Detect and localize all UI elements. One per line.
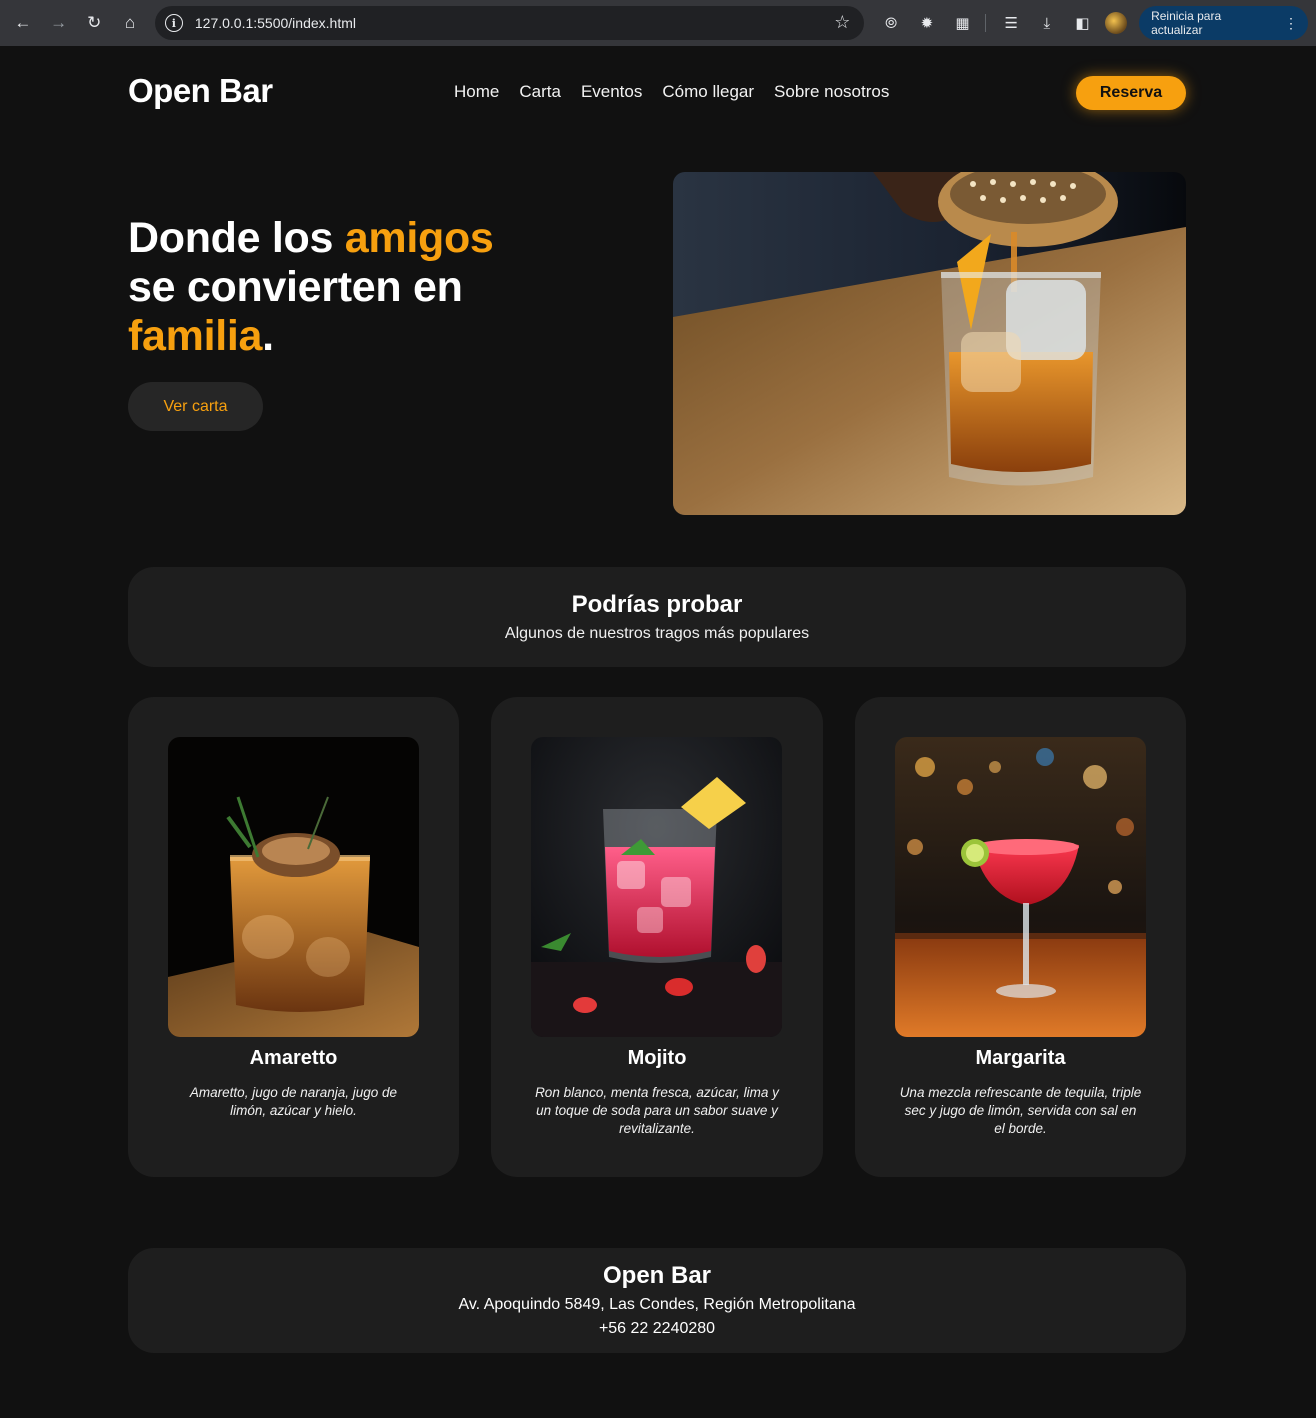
toolbar-divider	[985, 14, 987, 32]
nav-como-llegar[interactable]: Cómo llegar	[662, 82, 754, 102]
side-panel-icon[interactable]: ◧	[1070, 10, 1096, 36]
drink-description: Ron blanco, menta fresca, azúcar, lima y…	[535, 1085, 779, 1136]
hero-cocktail-image	[673, 172, 1186, 515]
hero-accent-amigos: amigos	[344, 214, 494, 262]
drink-description: Amaretto, jugo de naranja, jugo de limón…	[189, 1085, 398, 1118]
footer-phone[interactable]: +56 22 2240280	[128, 1320, 1186, 1338]
drink-description: Una mezcla refrescante de tequila, tripl…	[899, 1085, 1142, 1136]
reserva-button[interactable]: Reserva	[1076, 76, 1186, 110]
extension-gear-icon[interactable]: ✹	[914, 10, 940, 36]
reload-icon[interactable]: ↻	[79, 8, 109, 38]
hero-title-end: .	[262, 312, 274, 360]
drink-name: Mojito	[627, 1047, 687, 1069]
drink-name: Amaretto	[249, 1047, 338, 1069]
menu-kebab-icon[interactable]: ⋮	[1284, 15, 1298, 32]
drink-card-margarita[interactable]: Margarita Una mezcla refrescante de tequ…	[855, 697, 1186, 1177]
forward-icon[interactable]: →	[44, 8, 74, 38]
nav-eventos[interactable]: Eventos	[581, 82, 642, 102]
page: Open Bar Home Carta Eventos Cómo llegar …	[0, 46, 1316, 1418]
popular-title: Podrías probar	[571, 591, 743, 618]
media-queue-icon[interactable]: ☰	[998, 10, 1024, 36]
nav-carta[interactable]: Carta	[519, 82, 561, 102]
back-icon[interactable]: ←	[8, 8, 38, 38]
footer-address: Av. Apoquindo 5849, Las Condes, Región M…	[458, 1296, 856, 1313]
site-header: Open Bar Home Carta Eventos Cómo llegar …	[128, 72, 1186, 112]
home-icon[interactable]: ⌂	[115, 8, 145, 38]
bookmark-star-icon[interactable]: ☆	[834, 12, 850, 33]
nav-home[interactable]: Home	[454, 82, 499, 102]
logo[interactable]: Open Bar	[128, 72, 273, 110]
margarita-image	[895, 737, 1146, 1037]
url-text[interactable]: 127.0.0.1:5500/index.html	[195, 15, 356, 31]
footer-panel: Open Bar Av. Apoquindo 5849, Las Condes,…	[128, 1248, 1186, 1353]
mojito-image	[531, 737, 782, 1037]
hero-title: Donde los amigos se convierten en famili…	[128, 214, 494, 361]
ver-carta-button[interactable]: Ver carta	[128, 382, 263, 431]
profile-avatar[interactable]	[1105, 12, 1128, 34]
nav-sobre-nosotros[interactable]: Sobre nosotros	[774, 82, 889, 102]
compass-icon[interactable]: ⦾	[878, 10, 904, 36]
popular-subtitle: Algunos de nuestros tragos más populares	[504, 625, 810, 642]
drink-card-mojito[interactable]: Mojito Ron blanco, menta fresca, azúcar,…	[491, 697, 823, 1177]
drink-card-amaretto[interactable]: Amaretto Amaretto, jugo de naranja, jugo…	[128, 697, 459, 1177]
download-icon[interactable]: ⤓	[1034, 10, 1060, 36]
main-nav: Home Carta Eventos Cómo llegar Sobre nos…	[454, 82, 909, 102]
update-label: Reinicia para actualizar	[1151, 9, 1222, 37]
hero-accent-familia: familia	[128, 312, 263, 360]
hero-title-part1: Donde los	[128, 214, 345, 262]
address-bar[interactable]: i 127.0.0.1:5500/index.html ☆	[154, 6, 865, 40]
drink-name: Margarita	[975, 1047, 1066, 1069]
hero-title-part2: se convierten en	[128, 263, 463, 311]
popular-header-panel: Podrías probar Algunos de nuestros trago…	[128, 567, 1186, 667]
browser-toolbar: ← → ↻ ⌂ i 127.0.0.1:5500/index.html ☆ ⦾ …	[0, 0, 1316, 46]
amaretto-image	[168, 737, 419, 1037]
update-button[interactable]: Reinicia para actualizar ⋮	[1139, 6, 1308, 40]
site-info-icon[interactable]: i	[164, 14, 183, 32]
footer-name: Open Bar	[602, 1262, 712, 1289]
puzzle-icon[interactable]: ▦	[950, 10, 976, 36]
